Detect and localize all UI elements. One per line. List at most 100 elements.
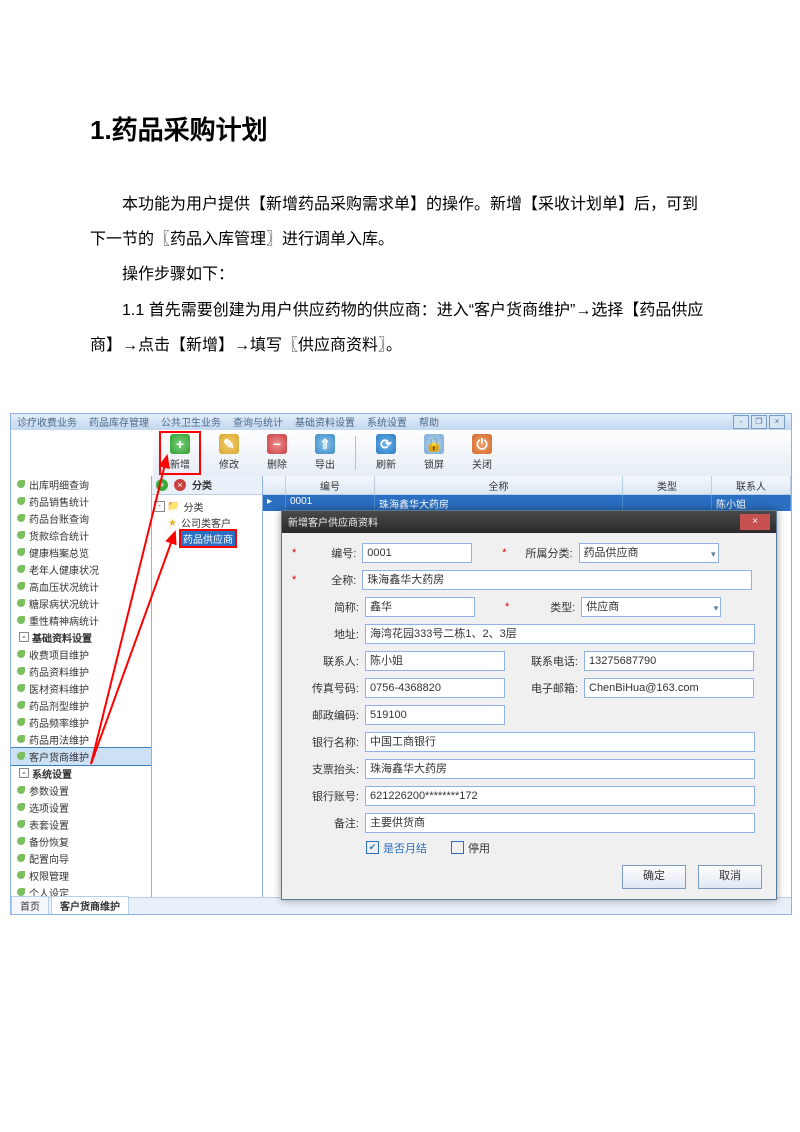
export-button[interactable]: ⇑导出 (305, 432, 345, 474)
tab-home[interactable]: 首页 (11, 896, 49, 914)
sidebar-item[interactable]: 收费项目维护 (11, 646, 151, 663)
menu-item[interactable]: 基础资料设置 (295, 414, 355, 429)
add-category-icon[interactable]: + (156, 479, 168, 491)
sidebar-item-supplier-maintain[interactable]: 客户货商维护 (11, 748, 151, 765)
sidebar-item[interactable]: 药品剂型维护 (11, 697, 151, 714)
sidebar-item[interactable]: 药品台账查询 (11, 510, 151, 527)
close-label: 关闭 (472, 456, 492, 471)
delete-label: 删除 (267, 456, 287, 471)
menu-item[interactable]: 药品库存管理 (89, 414, 149, 429)
input-fax[interactable]: 0756-4368820 (365, 678, 505, 698)
lock-button[interactable]: 🔒 锁屏 (414, 432, 454, 474)
sidebar-item[interactable]: 药品销售统计 (11, 493, 151, 510)
combo-type[interactable]: 供应商 (581, 597, 721, 617)
input-postcode[interactable]: 519100 (365, 705, 505, 725)
input-fullname[interactable]: 珠海鑫华大药房 (362, 570, 752, 590)
cell-contact: 陈小姐 (712, 495, 791, 511)
menu-item[interactable]: 诊疗收费业务 (17, 414, 77, 429)
sidebar-item[interactable]: 重性精神病统计 (11, 612, 151, 629)
lock-icon: 🔒 (424, 434, 444, 454)
lock-label: 锁屏 (424, 456, 444, 471)
sidebar-item[interactable]: 糖尿病状况统计 (11, 595, 151, 612)
input-cheque[interactable]: 珠海鑫华大药房 (365, 759, 755, 779)
sidebar-item[interactable]: 药品用法维护 (11, 731, 151, 748)
category-panel: + × 分类 -📁分类 ★公司类客户 ★药品供应商 (152, 476, 263, 898)
restore-icon[interactable]: ❐ (751, 415, 767, 429)
refresh-button[interactable]: ⟳刷新 (366, 432, 406, 474)
delete-category-icon[interactable]: × (174, 479, 186, 491)
sidebar-item[interactable]: 配置向导 (11, 850, 151, 867)
input-contact[interactable]: 陈小姐 (365, 651, 505, 671)
sidebar-item[interactable]: 货款综合统计 (11, 527, 151, 544)
add-button[interactable]: +新增 (159, 431, 201, 475)
menu-item[interactable]: 帮助 (419, 414, 439, 429)
refresh-icon: ⟳ (376, 434, 396, 454)
sidebar-group[interactable]: -基础资料设置 (11, 629, 151, 646)
export-label: 导出 (315, 456, 335, 471)
sidebar-item[interactable]: 备份恢复 (11, 833, 151, 850)
label-fax: 传真号码: (299, 680, 359, 696)
sidebar-group[interactable]: -系统设置 (11, 765, 151, 782)
label-bank: 银行名称: (299, 734, 359, 750)
tree-root[interactable]: -📁分类 (154, 499, 260, 515)
grid-row[interactable]: ▸ 0001 珠海鑫华大药房 陈小姐 (263, 495, 791, 511)
ok-button[interactable]: 确定 (622, 865, 686, 889)
label-type: 类型: (509, 599, 575, 615)
sidebar-item[interactable]: 老年人健康状况 (11, 561, 151, 578)
dialog-title: 新增客户供应商资料 (288, 514, 378, 529)
close-button[interactable]: ⏻关闭 (462, 432, 502, 474)
checkbox-disabled[interactable]: 停用 (451, 840, 490, 856)
sidebar-item[interactable]: 权限管理 (11, 867, 151, 884)
input-memo[interactable]: 主要供货商 (365, 813, 755, 833)
sidebar-item[interactable]: 健康档案总览 (11, 544, 151, 561)
sidebar: 出库明细查询 药品销售统计 药品台账查询 货款综合统计 健康档案总览 老年人健康… (11, 476, 152, 898)
menubar: 诊疗收费业务 药品库存管理 公共卫生业务 查询与统计 基础资料设置 系统设置 帮… (11, 414, 791, 430)
dialog-close-icon[interactable]: × (740, 514, 770, 530)
label-address: 地址: (299, 626, 359, 642)
menu-item[interactable]: 系统设置 (367, 414, 407, 429)
paragraph-3: 1.1 首先需要创建为用户供应药物的供应商：进入“客户货商维护”→选择【药品供应… (90, 293, 710, 363)
sidebar-item[interactable]: 表套设置 (11, 816, 151, 833)
input-account[interactable]: 621226200********172 (365, 786, 755, 806)
menu-item[interactable]: 公共卫生业务 (161, 414, 221, 429)
tree-node-supplier[interactable]: ★药品供应商 (154, 531, 260, 547)
supplier-dialog: 新增客户供应商资料 × *编号: 0001 *所属分类: 药品供应商 *全称: … (281, 510, 777, 900)
edit-button[interactable]: ✎修改 (209, 432, 249, 474)
label-category: 所属分类: (507, 545, 573, 561)
combo-category[interactable]: 药品供应商 (579, 543, 719, 563)
sidebar-item[interactable]: 药品频率维护 (11, 714, 151, 731)
cancel-button[interactable]: 取消 (698, 865, 762, 889)
app-window: 诊疗收费业务 药品库存管理 公共卫生业务 查询与统计 基础资料设置 系统设置 帮… (10, 413, 792, 915)
paragraph-1: 本功能为用户提供【新增药品采购需求单】的操作。新增【采收计划单】后，可到下一节的… (90, 187, 710, 257)
sidebar-item[interactable]: 选项设置 (11, 799, 151, 816)
menu-item[interactable]: 查询与统计 (233, 414, 283, 429)
edit-label: 修改 (219, 456, 239, 471)
input-address[interactable]: 海湾花园333号二栋1、2、3层 (365, 624, 755, 644)
close-icon[interactable]: × (769, 415, 785, 429)
input-code[interactable]: 0001 (362, 543, 472, 563)
grid-col: 联系人 (712, 476, 791, 494)
minus-icon: − (267, 434, 287, 454)
paragraph-2: 操作步骤如下： (90, 257, 710, 292)
delete-button[interactable]: − 删除 (257, 432, 297, 474)
label-postcode: 邮政编码: (299, 707, 359, 723)
minimize-icon[interactable]: - (733, 415, 749, 429)
sidebar-item[interactable]: 高血压状况统计 (11, 578, 151, 595)
sidebar-item[interactable]: 药品资料维护 (11, 663, 151, 680)
input-bank[interactable]: 中国工商银行 (365, 732, 755, 752)
sidebar-item[interactable]: 参数设置 (11, 782, 151, 799)
sidebar-item[interactable]: 出库明细查询 (11, 476, 151, 493)
grid-col (263, 476, 286, 494)
label-contact: 联系人: (299, 653, 359, 669)
input-phone[interactable]: 13275687790 (584, 651, 754, 671)
label-memo: 备注: (299, 815, 359, 831)
label-account: 银行账号: (299, 788, 359, 804)
toolbar: +新增 ✎修改 − 删除 ⇑导出 ⟳刷新 🔒 锁屏 ⏻关闭 (153, 430, 791, 477)
checkbox-monthly[interactable]: ✔是否月结 (366, 840, 427, 856)
category-header: 分类 (192, 477, 212, 492)
grid-col: 类型 (623, 476, 712, 494)
sidebar-item[interactable]: 医材资料维护 (11, 680, 151, 697)
input-email[interactable]: ChenBiHua@163.com (584, 678, 754, 698)
tab-current[interactable]: 客户货商维护 (51, 896, 129, 914)
input-shortname[interactable]: 鑫华 (365, 597, 475, 617)
